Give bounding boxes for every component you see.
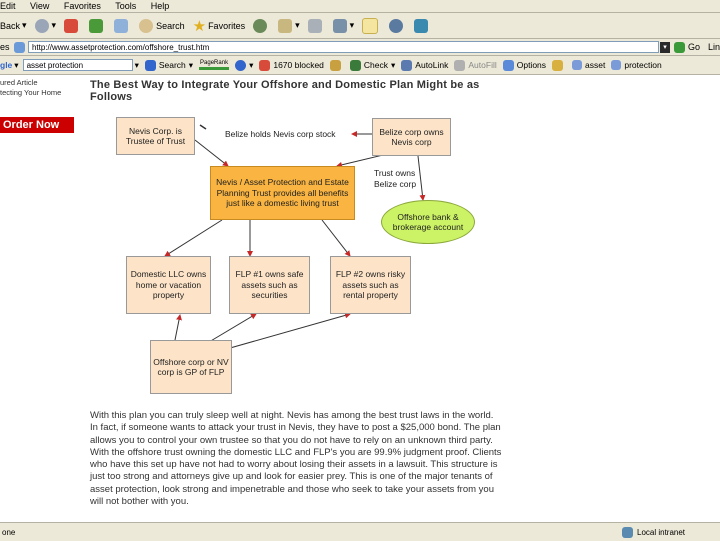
node-belize-corp-owns-nevis: Belize corp owns Nevis corp [372, 118, 451, 156]
node-domestic-llc: Domestic LLC owns home or vacation prope… [126, 256, 211, 314]
node-offshore-gp-corp: Offshore corp or NV corp is GP of FLP [150, 340, 232, 394]
node-flp2: FLP #2 owns risky assets such as rental … [330, 256, 411, 314]
arrow-trust-to-flp2 [321, 219, 351, 257]
arrow-gp-to-llc [174, 314, 182, 341]
node-flp1: FLP #1 owns safe assets such as securiti… [229, 256, 310, 314]
arrow-belize-to-trust [336, 154, 384, 168]
status-bar: one Local intranet [0, 522, 720, 541]
status-text: one [2, 527, 16, 537]
label-trust-owns-belize: Trust owns Belize corp [374, 168, 417, 189]
node-nevis-corp-trustee: Nevis Corp. is Trustee of Trust [116, 117, 195, 155]
arrow-trustee-to-trust [194, 139, 229, 167]
node-offshore-bank: Offshore bank & brokerage account [381, 200, 475, 244]
arrow-trust-to-llc [164, 219, 223, 257]
network-zone-icon [622, 526, 633, 538]
node-nevis-trust: Nevis / Asset Protection and Estate Plan… [210, 166, 355, 220]
security-zone-label: Local intranet [637, 527, 686, 537]
arrow-gp-to-flp2 [215, 312, 351, 353]
body-paragraph: With this plan you can truly sleep well … [90, 410, 502, 508]
tick-mark [199, 124, 207, 130]
label-belize-holds-stock: Belize holds Nevis corp stock [225, 129, 336, 139]
